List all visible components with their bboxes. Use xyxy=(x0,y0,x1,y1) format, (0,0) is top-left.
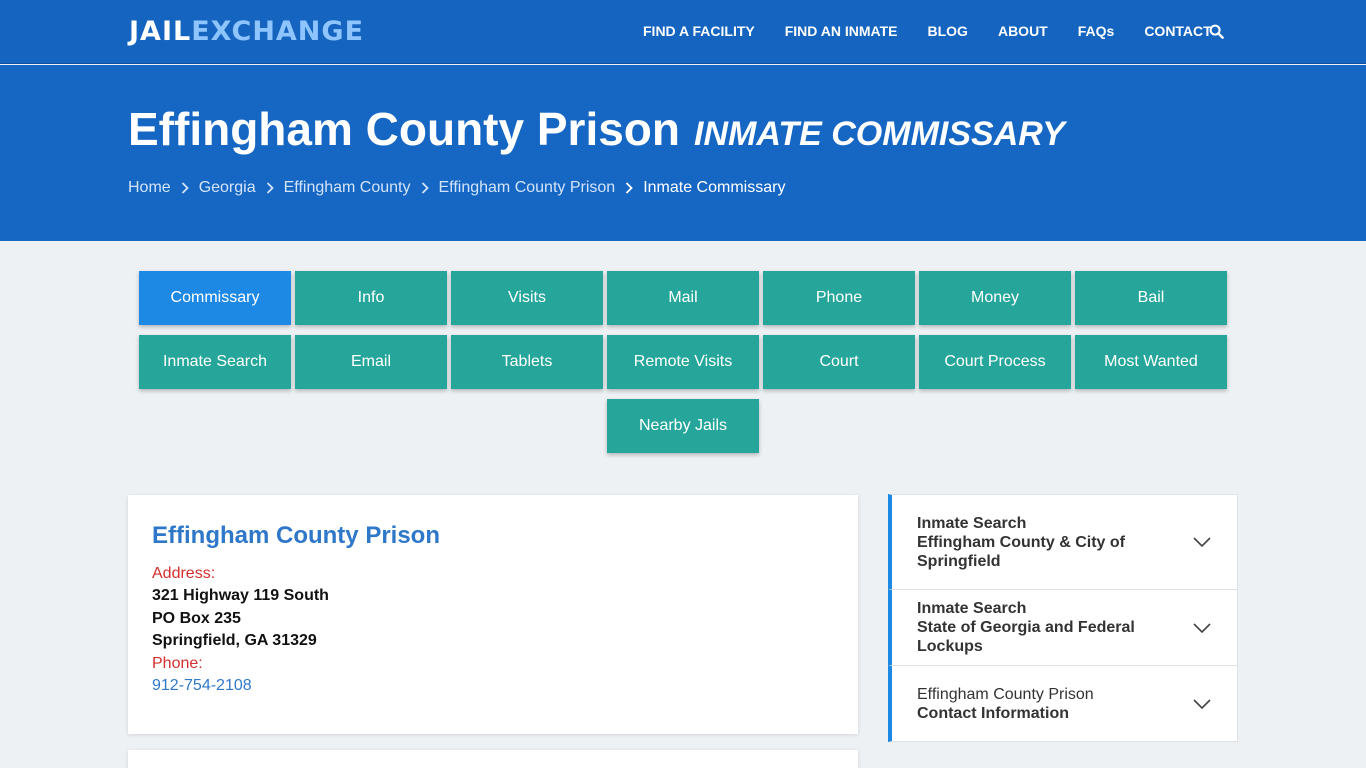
top-navbar: JAILEXCHANGE FIND A FACILITY FIND AN INM… xyxy=(0,0,1366,64)
page-title: Effingham County Prison INMATE COMMISSARY xyxy=(128,101,1065,162)
tab-court-process[interactable]: Court Process xyxy=(919,335,1071,389)
chevron-down-icon xyxy=(1193,698,1211,709)
breadcrumb-effingham-county[interactable]: Effingham County xyxy=(284,178,411,198)
address-line-2: PO Box 235 xyxy=(152,609,241,627)
accordion-contact-information[interactable]: Effingham County Prison Contact Informat… xyxy=(888,665,1238,742)
tab-row-3: Nearby Jails xyxy=(0,399,1366,453)
breadcrumb-home[interactable]: Home xyxy=(128,178,171,198)
tab-nearby-jails[interactable]: Nearby Jails xyxy=(607,399,759,453)
address-line-1: 321 Highway 119 South xyxy=(152,587,329,604)
facility-info-card: Effingham County Prison Address: 321 Hig… xyxy=(128,495,858,734)
accordion-item-subtitle: Contact Information xyxy=(917,704,1069,722)
logo-part-jail: JAIL xyxy=(129,16,192,47)
chevron-right-icon xyxy=(421,182,429,194)
tab-remote-visits[interactable]: Remote Visits xyxy=(607,335,759,389)
nav-about[interactable]: ABOUT xyxy=(998,22,1048,40)
tab-bail[interactable]: Bail xyxy=(1075,271,1227,325)
phone-label: Phone: xyxy=(152,654,203,672)
accordion-inmate-search-state[interactable]: Inmate Search State of Georgia and Feder… xyxy=(888,589,1238,666)
logo-part-exchange: EXCHANGE xyxy=(191,16,365,47)
tab-phone[interactable]: Phone xyxy=(763,271,915,325)
tab-tablets[interactable]: Tablets xyxy=(451,335,603,389)
nav-find-an-inmate[interactable]: FIND AN INMATE xyxy=(785,22,898,40)
chevron-right-icon xyxy=(181,182,189,194)
breadcrumb: Home Georgia Effingham County Effingham … xyxy=(128,178,785,198)
facility-name: Effingham County Prison xyxy=(152,522,440,549)
main-nav: FIND A FACILITY FIND AN INMATE BLOG ABOU… xyxy=(643,22,1212,40)
accordion-item-subtitle: Effingham County & City of Springfield xyxy=(917,533,1125,570)
search-icon[interactable] xyxy=(1209,24,1224,39)
tab-visits[interactable]: Visits xyxy=(451,271,603,325)
accordion-item-title: Inmate Search xyxy=(917,600,1027,617)
chevron-right-icon xyxy=(266,182,274,194)
sidebar-accordion: Inmate Search Effingham County & City of… xyxy=(888,494,1238,742)
breadcrumb-effingham-county-prison[interactable]: Effingham County Prison xyxy=(439,178,616,198)
nav-faqs[interactable]: FAQs xyxy=(1078,22,1115,40)
address-label: Address: xyxy=(152,565,216,582)
facility-tabs: Commissary Info Visits Mail Phone Money … xyxy=(0,271,1366,463)
breadcrumb-current: Inmate Commissary xyxy=(643,179,786,196)
tab-most-wanted[interactable]: Most Wanted xyxy=(1075,335,1227,389)
chevron-down-icon xyxy=(1193,622,1211,633)
chevron-right-icon xyxy=(626,182,633,194)
accordion-item-subtitle: State of Georgia and Federal Lockups xyxy=(917,619,1135,655)
accordion-item-title: Effingham County Prison xyxy=(917,685,1094,703)
jailexchange-logo[interactable]: JAILEXCHANGE xyxy=(129,14,364,50)
tab-court[interactable]: Court xyxy=(763,335,915,389)
tab-inmate-search[interactable]: Inmate Search xyxy=(139,335,291,389)
breadcrumb-georgia[interactable]: Georgia xyxy=(199,178,256,198)
tab-mail[interactable]: Mail xyxy=(607,271,759,325)
tab-money[interactable]: Money xyxy=(919,271,1071,325)
page-title-subtitle: INMATE COMMISSARY xyxy=(694,115,1065,153)
page-title-main: Effingham County Prison xyxy=(128,103,680,155)
tab-info[interactable]: Info xyxy=(295,271,447,325)
nav-contact[interactable]: CONTACT xyxy=(1144,22,1211,40)
tab-row-1: Commissary Info Visits Mail Phone Money … xyxy=(0,271,1366,325)
tab-commissary[interactable]: Commissary xyxy=(139,271,291,325)
tab-row-2: Inmate Search Email Tablets Remote Visit… xyxy=(0,335,1366,389)
nav-find-a-facility[interactable]: FIND A FACILITY xyxy=(643,22,755,40)
chevron-down-icon xyxy=(1193,537,1211,547)
phone-link[interactable]: 912-754-2108 xyxy=(152,675,834,697)
tab-email[interactable]: Email xyxy=(295,335,447,389)
secondary-card xyxy=(128,750,858,768)
accordion-inmate-search-county[interactable]: Inmate Search Effingham County & City of… xyxy=(888,494,1238,590)
nav-blog[interactable]: BLOG xyxy=(928,22,968,40)
page-hero: Effingham County Prison INMATE COMMISSARY… xyxy=(0,65,1366,241)
accordion-item-title: Inmate Search xyxy=(917,514,1027,532)
address-line-3: Springfield, GA 31329 xyxy=(152,632,317,649)
